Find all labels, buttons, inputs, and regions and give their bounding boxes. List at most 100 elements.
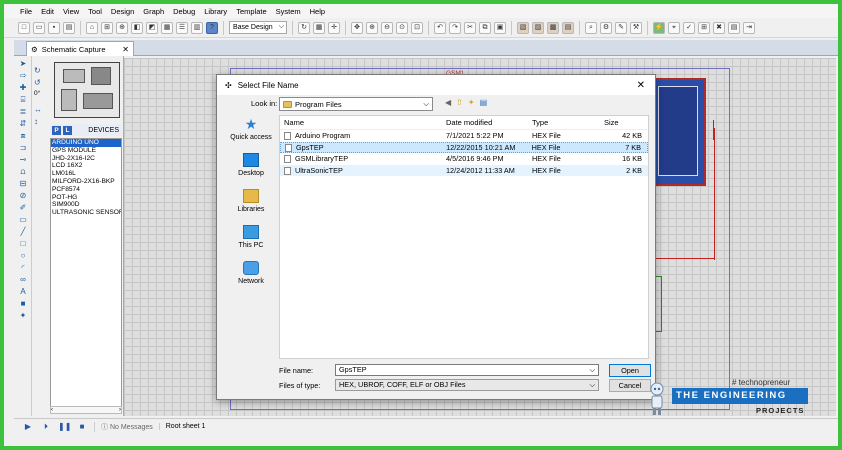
line-icon[interactable]: ╱ bbox=[17, 227, 29, 236]
cut-icon[interactable]: ✂ bbox=[464, 21, 476, 34]
junction-mode-icon[interactable]: ✚ bbox=[17, 83, 29, 92]
decompose-icon[interactable]: ⚒ bbox=[630, 21, 642, 34]
place-libraries[interactable]: Libraries bbox=[225, 189, 277, 213]
tape-icon[interactable]: ⊟ bbox=[17, 179, 29, 188]
make-device-icon[interactable]: ⚙ bbox=[600, 21, 612, 34]
3d-icon[interactable]: ◩ bbox=[146, 21, 158, 34]
block-rotate-icon[interactable]: ▩ bbox=[547, 21, 559, 34]
instrument-icon[interactable]: ▭ bbox=[17, 215, 29, 224]
view-menu-icon[interactable]: ▤ bbox=[480, 98, 488, 107]
menu-library[interactable]: Library bbox=[204, 7, 227, 16]
back-icon[interactable]: ◀ bbox=[445, 98, 451, 107]
generator-icon[interactable]: ⊘ bbox=[17, 191, 29, 200]
place-desktop[interactable]: Desktop bbox=[225, 153, 277, 177]
scroll-left-icon[interactable]: ‹ bbox=[51, 407, 53, 413]
device-item[interactable]: POT-HG bbox=[51, 194, 121, 202]
netlist-icon[interactable]: ✖ bbox=[713, 21, 725, 34]
text-script-icon[interactable]: ≣ bbox=[17, 107, 29, 116]
place-this-pc[interactable]: This PC bbox=[225, 225, 277, 249]
close-tab-icon[interactable]: ✕ bbox=[122, 45, 129, 54]
terminal-icon[interactable]: ⊐ bbox=[17, 143, 29, 152]
device-item[interactable]: PCF8574 bbox=[51, 186, 121, 194]
gerber-icon[interactable]: ▦ bbox=[161, 21, 173, 34]
zoom-out-icon[interactable]: ⊖ bbox=[381, 21, 393, 34]
selection-mode-icon[interactable]: ➤ bbox=[17, 59, 29, 68]
pan-icon[interactable]: ✥ bbox=[351, 21, 363, 34]
overview-preview[interactable] bbox=[54, 62, 120, 118]
column-name[interactable]: Name bbox=[280, 118, 442, 127]
search-component-icon[interactable]: ⌕ bbox=[585, 21, 597, 34]
menu-debug[interactable]: Debug bbox=[173, 7, 195, 16]
subcircuit-icon[interactable]: ⧈ bbox=[17, 131, 29, 140]
device-item[interactable]: LM016L bbox=[51, 170, 121, 178]
library-button[interactable]: L bbox=[63, 125, 72, 135]
rotate-cw-icon[interactable]: ↻ bbox=[34, 66, 46, 75]
open-file-icon[interactable]: ▭ bbox=[33, 21, 45, 34]
bom-icon[interactable]: ☰ bbox=[176, 21, 188, 34]
paste-icon[interactable]: ▣ bbox=[494, 21, 506, 34]
stop-icon[interactable]: ■ bbox=[76, 422, 88, 431]
cancel-button[interactable]: Cancel bbox=[609, 379, 651, 392]
file-row[interactable]: Arduino Program 7/1/2021 5:22 PM HEX Fil… bbox=[280, 130, 648, 142]
chevron-down-icon[interactable]: ⌵ bbox=[589, 365, 595, 375]
help-icon[interactable]: ? bbox=[206, 21, 218, 34]
menu-template[interactable]: Template bbox=[236, 7, 266, 16]
box-icon[interactable]: □ bbox=[17, 239, 29, 248]
pcb-layout-icon[interactable]: ▤ bbox=[728, 21, 740, 34]
marker-icon[interactable]: ✦ bbox=[17, 311, 29, 320]
file-name-input[interactable]: GpsTEP ⌵ bbox=[335, 364, 599, 376]
zoom-in-icon[interactable]: ⊕ bbox=[366, 21, 378, 34]
file-type-select[interactable]: HEX, UBROF, COFF, ELF or OBJ Files ⌵ bbox=[335, 379, 599, 391]
wire-autoroute-icon[interactable]: ⚡ bbox=[653, 21, 665, 34]
gsm-module-symbol[interactable] bbox=[650, 78, 706, 186]
graph-icon[interactable]: ⩍ bbox=[17, 167, 29, 176]
gallery-icon[interactable]: ◧ bbox=[131, 21, 143, 34]
device-item[interactable]: LCD 16X2 bbox=[51, 162, 121, 170]
probe-icon[interactable]: ✐ bbox=[17, 203, 29, 212]
menu-help[interactable]: Help bbox=[310, 7, 325, 16]
bus-icon[interactable]: ⇵ bbox=[17, 119, 29, 128]
tab-schematic-capture[interactable]: ⚙ Schematic Capture ✕ bbox=[26, 41, 134, 56]
component-mode-icon[interactable]: ⇨ bbox=[17, 71, 29, 80]
mirror-y-icon[interactable]: ↕ bbox=[34, 117, 46, 126]
schematic-icon[interactable]: ⊞ bbox=[101, 21, 113, 34]
column-type[interactable]: Type bbox=[528, 118, 600, 127]
pin-icon[interactable]: ⊸ bbox=[17, 155, 29, 164]
step-icon[interactable]: ⏵ bbox=[40, 422, 52, 432]
new-file-icon[interactable]: □ bbox=[18, 21, 30, 34]
device-list-scrollbar[interactable]: ‹ › bbox=[50, 406, 122, 414]
pcb-icon[interactable]: ⊕ bbox=[116, 21, 128, 34]
open-button[interactable]: Open bbox=[609, 364, 651, 377]
pause-icon[interactable]: ❚❚ bbox=[58, 422, 71, 431]
place-quick-access[interactable]: ★ Quick access bbox=[225, 117, 277, 141]
path-icon[interactable]: ∞ bbox=[17, 275, 29, 284]
file-row[interactable]: UltraSonicTEP 12/24/2012 11:33 AM HEX Fi… bbox=[280, 164, 648, 176]
redo-icon[interactable]: ↷ bbox=[449, 21, 461, 34]
grid-icon[interactable]: ▦ bbox=[313, 21, 325, 34]
menu-view[interactable]: View bbox=[63, 7, 79, 16]
search-tag-icon[interactable]: ⌖ bbox=[668, 21, 680, 34]
close-icon[interactable]: ✕ bbox=[637, 80, 645, 91]
device-item[interactable]: JHD-2X16-I2C bbox=[51, 155, 121, 163]
messages-status[interactable]: ⓘ No Messages bbox=[94, 421, 153, 432]
import-icon[interactable]: ▤ bbox=[63, 21, 75, 34]
menu-file[interactable]: File bbox=[20, 7, 32, 16]
file-row[interactable]: GSMLibraryTEP 4/5/2016 9:46 PM HEX File … bbox=[280, 153, 648, 165]
block-delete-icon[interactable]: ▤ bbox=[562, 21, 574, 34]
play-icon[interactable]: ▶ bbox=[22, 422, 34, 431]
device-item[interactable]: ULTRASONIC SENSOR bbox=[51, 209, 121, 217]
wire-label-icon[interactable]: ⌸ bbox=[17, 95, 29, 104]
zoom-area-icon[interactable]: ⊡ bbox=[411, 21, 423, 34]
electrical-check-icon[interactable]: ⊞ bbox=[698, 21, 710, 34]
zoom-all-icon[interactable]: ⊙ bbox=[396, 21, 408, 34]
menu-system[interactable]: System bbox=[276, 7, 301, 16]
package-tool-icon[interactable]: ✎ bbox=[615, 21, 627, 34]
block-copy-icon[interactable]: ▧ bbox=[517, 21, 529, 34]
property-icon[interactable]: ✓ bbox=[683, 21, 695, 34]
refresh-icon[interactable]: ↻ bbox=[298, 21, 310, 34]
undo-icon[interactable]: ↶ bbox=[434, 21, 446, 34]
block-move-icon[interactable]: ▨ bbox=[532, 21, 544, 34]
export-icon[interactable]: ⇥ bbox=[743, 21, 755, 34]
copy-icon[interactable]: ⧉ bbox=[479, 21, 491, 34]
device-item[interactable]: ARDUINO UNO bbox=[51, 139, 121, 147]
